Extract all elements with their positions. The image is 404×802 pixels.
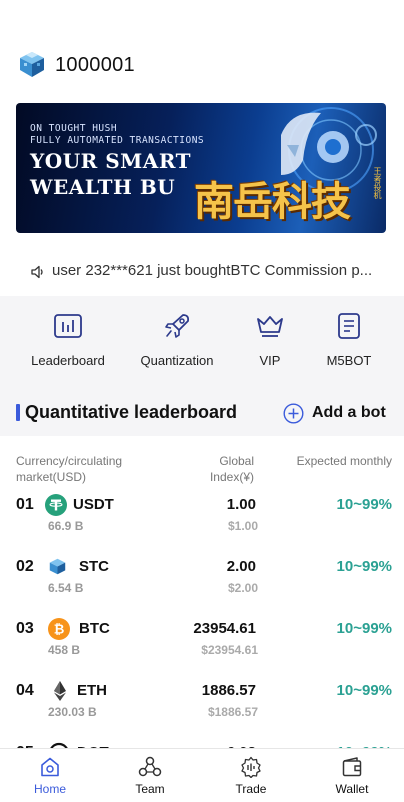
tab-label-home: Home (33, 782, 66, 796)
quick-label-quantization: Quantization (140, 353, 214, 368)
row-price: 1.00 (226, 496, 256, 513)
row-expected-monthly: 10~99% (336, 496, 392, 513)
banner-title-2: WEALTH BU (30, 175, 176, 199)
quick-label-leaderboard: Leaderboard (31, 353, 105, 368)
plus-circle-icon (283, 402, 304, 424)
tab-label-team: Team (135, 782, 165, 796)
bitcoin-icon: ₿ (48, 618, 70, 640)
home-icon (41, 757, 59, 777)
ethereum-icon (54, 681, 66, 701)
row-market-cap: 458 B (48, 643, 81, 657)
row-expected-monthly: 10~99% (336, 682, 392, 699)
stc-cube-icon (49, 558, 66, 575)
quick-item-m5bot[interactable]: M5BOT (304, 312, 394, 368)
tab-team[interactable]: Team (100, 756, 200, 796)
quick-item-vip[interactable]: VIP (225, 312, 315, 368)
speaker-icon (31, 265, 43, 279)
row-rank: 01 (16, 496, 34, 513)
quick-label-m5bot: M5BOT (326, 353, 372, 368)
row-usd-price: $23954.61 (201, 643, 258, 657)
leaderboard-icon (54, 314, 82, 338)
table-row[interactable]: 02 STC 6.54 B 2.00 $2.00 10~99% (0, 558, 404, 620)
row-symbol: USDT (73, 496, 114, 513)
row-price: 1886.57 (201, 682, 256, 699)
promo-banner[interactable]: ON TOUGHT HUSH FULLY AUTOMATED TRANSACTI… (16, 103, 386, 233)
quick-item-leaderboard[interactable]: Leaderboard (23, 312, 113, 368)
cube-logo-icon (20, 52, 44, 77)
bottom-tab-bar: Home Team Trade Wallet (0, 748, 404, 802)
user-id: 1000001 (55, 54, 135, 76)
leaderboard-title: Quantitative leaderboard (25, 402, 238, 422)
row-market-cap: 66.9 B (48, 519, 84, 533)
tab-label-wallet: Wallet (335, 782, 369, 796)
quick-item-quantization[interactable]: Quantization (132, 312, 222, 368)
tether-icon (45, 494, 67, 516)
add-bot-label: Add a bot (312, 404, 386, 421)
team-icon (138, 756, 162, 777)
column-header-expected: Expected monthly (296, 454, 392, 468)
wallet-icon (342, 757, 362, 777)
svg-text:₿: ₿ (54, 623, 65, 638)
table-row[interactable]: 01 USDT 66.9 B 1.00 $1.00 10~99% (0, 494, 404, 558)
banner-line-1: ON TOUGHT HUSH (30, 123, 118, 134)
row-price: 2.00 (226, 558, 256, 575)
row-price: 23954.61 (193, 620, 256, 637)
row-market-cap: 6.54 B (48, 581, 84, 595)
banner-line-2: FULLY AUTOMATED TRANSACTIONS (30, 135, 205, 146)
header: 1000001 (0, 0, 404, 103)
banner-seal: 王者投机 (373, 167, 382, 199)
banner-title-1: YOUR SMART (30, 149, 191, 173)
trade-icon (241, 756, 261, 778)
tab-label-trade: Trade (235, 782, 267, 796)
rocket-icon (165, 314, 190, 338)
row-usd-price: $1.00 (227, 519, 258, 533)
row-usd-price: $2.00 (227, 581, 258, 595)
column-header-currency: Currency/circulating market(USD) (16, 454, 123, 484)
tab-trade[interactable]: Trade (201, 756, 301, 796)
app-root: 1000001 ON TOUGHT HUSH FULLY AUTOMATED T… (0, 0, 404, 802)
section-accent-bar (16, 404, 20, 421)
row-rank: 02 (16, 558, 34, 575)
row-rank: 03 (16, 620, 34, 637)
quick-label-vip: VIP (259, 353, 281, 368)
banner-chinese-title: 南岳科技 (194, 178, 351, 225)
crown-icon (257, 316, 283, 337)
banner-section: ON TOUGHT HUSH FULLY AUTOMATED TRANSACTI… (0, 103, 404, 248)
table-row[interactable]: 04 ETH 230.03 B 1886.57 $1886.57 10~99% (0, 681, 404, 744)
row-rank: 04 (16, 682, 34, 699)
table-row[interactable]: 03 ₿ BTC 458 B 23954.61 $23954.61 10~99% (0, 618, 404, 682)
tab-home[interactable]: Home (0, 756, 100, 796)
row-expected-monthly: 10~99% (336, 558, 392, 575)
column-header-index: Global Index(¥) (209, 454, 254, 484)
tab-wallet[interactable]: Wallet (302, 756, 402, 796)
notice-text: user 232***621 just boughtBTC Commission… (52, 262, 373, 279)
row-expected-monthly: 10~99% (336, 620, 392, 637)
row-usd-price: $1886.57 (207, 705, 258, 719)
row-symbol: STC (79, 558, 109, 575)
add-bot-button[interactable]: Add a bot (283, 402, 386, 424)
row-symbol: ETH (77, 682, 107, 699)
row-symbol: BTC (79, 620, 110, 637)
document-icon (338, 313, 360, 339)
row-market-cap: 230.03 B (48, 705, 97, 719)
